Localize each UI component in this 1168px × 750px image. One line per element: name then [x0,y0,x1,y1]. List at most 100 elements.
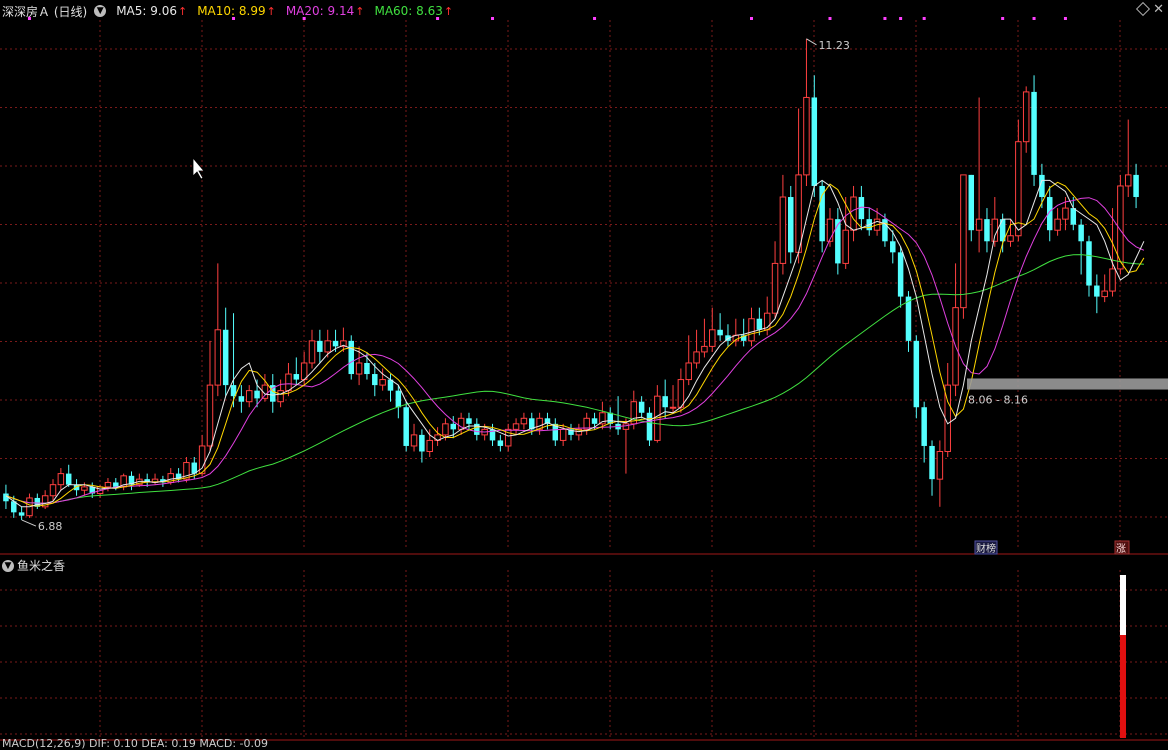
candle-body [788,197,794,253]
candle-body [497,440,504,446]
event-marker [750,17,754,20]
event-marker [899,17,903,20]
ma5-legend: MA5: 9.06↑ [116,4,187,18]
event-marker [593,17,597,20]
low-price-label: 6.88 [38,520,63,533]
candle-body [81,486,88,491]
candle-body [222,329,229,386]
candle-body [693,351,700,364]
arrow-up-icon: ↑ [266,5,276,18]
candle-body [646,412,653,441]
candle-body [1086,241,1092,286]
candle-body [960,174,967,309]
candle-body [921,407,927,446]
candlestick-chart: 11.23 6.88 8.06 - 8.16 财榜 涨 [0,17,1168,741]
candle-body [756,318,763,330]
candle-body [1101,290,1108,298]
candle-body [308,340,316,364]
candle-body [254,390,260,399]
ma20-line [5,197,1145,504]
candle-body [905,296,912,341]
candle-body [1070,208,1077,225]
high-pointer [806,38,817,46]
candle-body [622,423,630,430]
event-marker [883,17,887,20]
candle-body [717,329,723,336]
candle-body [913,340,920,408]
candle-body [442,423,449,436]
close-icon[interactable]: ✕ [1153,2,1164,17]
candle-body [638,401,645,413]
low-pointer [21,519,37,527]
candle-body [348,340,354,375]
candle-body [1031,91,1037,175]
arrow-up-icon: ↑ [443,5,454,18]
candle-body [811,97,818,186]
candle-body [709,329,716,347]
candle-body [968,174,975,231]
candle-body [936,450,944,480]
candle-body [662,396,668,408]
candle-body [466,418,472,424]
candle-body [1133,174,1139,198]
candle-body [819,185,825,242]
candle-body [1062,207,1069,220]
ma20-label: MA20: 9.14 [285,4,355,18]
candle-body [113,482,119,487]
high-price-label: 11.23 [818,39,850,52]
indicator-bar-white [1120,575,1126,635]
candle-body [57,473,65,486]
candle-body [1022,91,1030,143]
candle-body [18,512,25,516]
ma60-legend: MA60: 8.63↑ [374,4,453,18]
candle-body [748,318,755,342]
candle-body [803,96,810,176]
candle-body [450,423,457,430]
chevron-down-icon[interactable]: ▼ [94,5,107,17]
candle-body [835,219,841,264]
candle-body [277,390,284,403]
indicator-header: ▼ 鱼米之香 [2,557,65,574]
candle-body [795,174,802,253]
candle-body [104,481,112,488]
event-marker [922,17,926,20]
candle-body [1124,174,1132,187]
candle-body [1015,141,1022,237]
candle-body [214,329,222,386]
candle-body [677,379,685,408]
chart-header: 深深房Ａ (日线) ▼ MA5: 9.06↑ MA10: 8.99↑ MA20:… [2,3,453,19]
arrow-up-icon: ↑ [355,5,365,18]
candle-body [882,219,888,242]
candle-body [65,473,72,485]
candle-body [1007,235,1014,242]
candle-body [332,340,339,347]
indicator-bar-red [1120,635,1126,738]
candle-body [975,218,983,231]
chevron-down-icon[interactable]: ▼ [2,559,14,572]
candle-body [324,340,331,353]
candle-body [403,407,409,446]
candle-body [897,252,904,297]
candle-body [49,484,57,497]
price-range-band [967,378,1168,390]
ma10-legend: MA10: 8.99↑ [197,4,276,18]
overlay-layer: 11.23 6.88 8.06 - 8.16 财榜 涨 [21,17,1168,738]
candle-body [238,396,245,402]
candle-body [520,417,528,425]
candle-body [1109,268,1116,292]
candle-body [395,390,402,408]
candle-body [379,379,386,386]
candle-body [1078,224,1084,242]
candle-body [890,241,896,253]
candle-body [355,362,363,375]
candle-body [419,434,425,452]
price-range-label: 8.06 - 8.16 [968,394,1028,407]
ma10-line [5,181,1145,507]
candle-body [826,218,834,242]
candle-body [559,428,567,441]
indicator-grid [0,570,1168,740]
candle-body [929,445,935,480]
candle-body [1094,285,1100,297]
candle-body [850,196,857,231]
event-marker [1001,17,1005,20]
